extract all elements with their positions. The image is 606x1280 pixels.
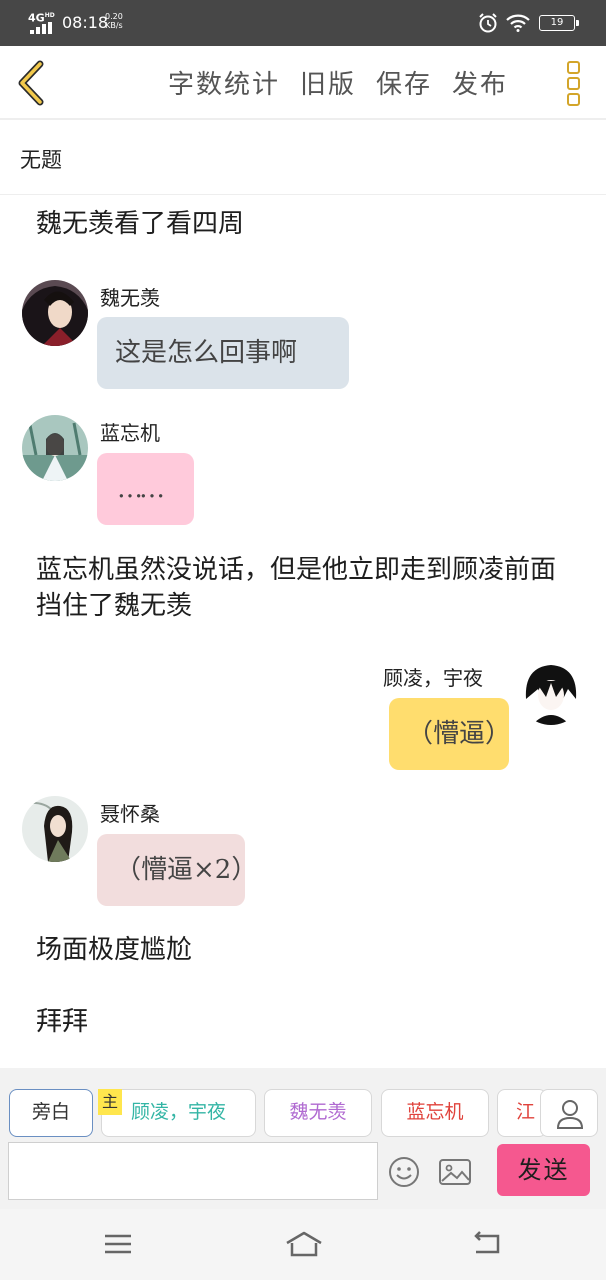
save-button[interactable]: 保存 [376, 64, 432, 101]
avatar-wei-wuxian [22, 280, 88, 346]
signal-icon [30, 22, 54, 34]
narration-line[interactable]: 蓝忘机虽然没说话，但是他立即走到顾凌前面挡住了魏无羡 [36, 552, 576, 624]
message-composer: 旁白 顾凌，宇夜 主 魏无羡 蓝忘机 江 发送 [0, 1068, 606, 1209]
story-content: 魏无羡看了看四周 魏无羡 这是怎么回事啊 蓝忘机 …… 蓝忘机虽然没说话，但是他… [0, 196, 606, 1068]
smiley-icon[interactable] [388, 1156, 420, 1188]
message-bubble[interactable]: …… [97, 453, 194, 525]
character-name: 魏无羡 [100, 286, 160, 310]
story-title-row[interactable]: 无题 [0, 122, 606, 195]
wifi-icon [506, 14, 530, 32]
story-title[interactable]: 无题 [20, 144, 62, 174]
send-button[interactable]: 发送 [497, 1144, 590, 1196]
more-options-icon[interactable] [560, 58, 586, 110]
avatar-gu-ling [518, 659, 584, 725]
role-chip-wei-wuxian[interactable]: 魏无羡 [264, 1089, 372, 1137]
role-chip-narration[interactable]: 旁白 [9, 1089, 93, 1137]
network-speed: 0.20 KB/s [105, 12, 123, 30]
alarm-icon [479, 13, 497, 33]
message-bubble[interactable]: 这是怎么回事啊 [97, 317, 349, 389]
avatar-nie-huaisang [22, 796, 88, 862]
word-count-button[interactable]: 字数统计 [168, 64, 280, 101]
editor-toolbar: 字数统计 旧版 保存 发布 [0, 46, 606, 120]
avatar-lan-wangji [22, 415, 88, 481]
clock: 08:18 [62, 13, 109, 32]
narration-line[interactable]: 魏无羡看了看四周 [36, 206, 576, 242]
home-icon[interactable] [284, 1229, 324, 1259]
old-version-button[interactable]: 旧版 [300, 64, 356, 101]
back-icon[interactable] [470, 1229, 504, 1259]
protagonist-tag: 主 [98, 1089, 122, 1115]
image-icon[interactable] [438, 1156, 472, 1188]
system-nav-bar [0, 1209, 606, 1280]
message-input[interactable] [8, 1142, 378, 1200]
character-name: 顾凌，宇夜 [383, 666, 483, 690]
publish-button[interactable]: 发布 [452, 64, 508, 101]
person-icon[interactable] [540, 1089, 598, 1137]
chevron-left-icon[interactable] [10, 58, 56, 108]
menu-icon[interactable] [101, 1229, 135, 1259]
battery-indicator: 19 [539, 15, 579, 31]
toolbar-actions: 字数统计 旧版 保存 发布 [168, 64, 508, 101]
character-name: 聂怀桑 [100, 802, 160, 826]
role-chip-gu-ling[interactable]: 顾凌，宇夜 [101, 1089, 256, 1137]
narration-line[interactable]: 拜拜 [36, 1004, 576, 1040]
narration-line[interactable]: 场面极度尴尬 [36, 932, 576, 968]
character-name: 蓝忘机 [100, 421, 160, 445]
message-bubble[interactable]: （懵逼×2） [97, 834, 257, 906]
message-bubble[interactable]: （懵逼） [389, 698, 511, 770]
status-bar: 4GHD 08:18 0.20 KB/s 19 [0, 0, 606, 46]
role-chip-lan-wangji[interactable]: 蓝忘机 [381, 1089, 489, 1137]
